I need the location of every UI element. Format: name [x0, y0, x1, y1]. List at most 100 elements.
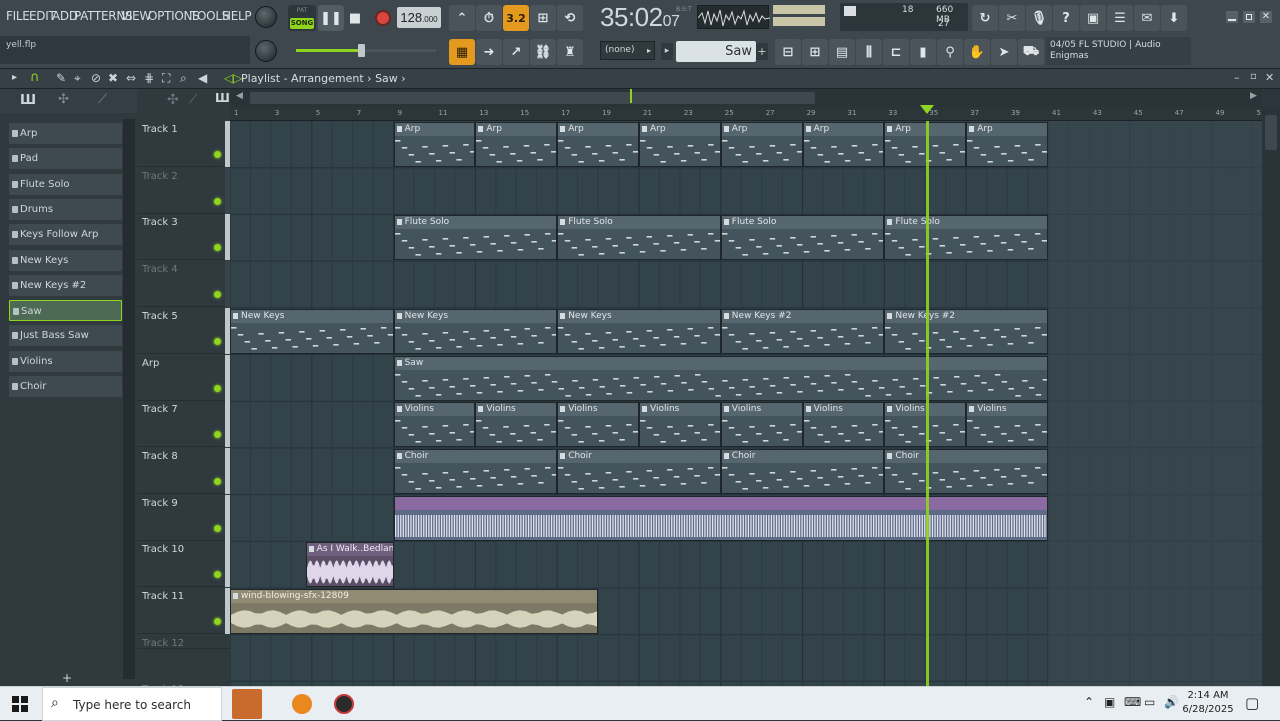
track-header[interactable]: Track 12: [137, 635, 230, 649]
restore-button[interactable]: [1243, 11, 1255, 23]
track-mode-icon[interactable]: Ш: [215, 91, 230, 105]
playlist-clip[interactable]: Arp: [475, 122, 558, 167]
track-mute-led[interactable]: [214, 524, 221, 532]
playlist-clip[interactable]: New Keys #2: [720, 308, 885, 354]
track-mute-led[interactable]: [214, 431, 221, 439]
track-header[interactable]: Track 9: [137, 494, 231, 541]
chat-button[interactable]: ✉: [1134, 5, 1160, 31]
loop-record-button[interactable]: ⟲: [557, 5, 583, 31]
pattern-item[interactable]: Pad: [9, 148, 122, 170]
playback-icon[interactable]: ◀: [198, 71, 207, 85]
playlist-clip[interactable]: Violins: [557, 402, 639, 448]
playlist-clip[interactable]: Flute Solo: [393, 215, 558, 261]
volume-slider-track[interactable]: [296, 44, 436, 57]
playlist-clip[interactable]: Choir: [557, 448, 721, 494]
arrangement-icon[interactable]: ◁▷: [224, 71, 242, 85]
pattern-picker-icon[interactable]: Ш: [20, 93, 36, 108]
project-info-button[interactable]: ▮: [910, 39, 936, 65]
automation-picker-icon[interactable]: ⟋: [98, 92, 107, 107]
pattern-item[interactable]: Drums: [9, 198, 122, 220]
pencil-icon[interactable]: ✎: [56, 71, 66, 85]
pattern-item[interactable]: Keys Follow Arp: [9, 224, 122, 246]
taskbar-fl-studio-icon[interactable]: [292, 694, 312, 714]
playlist-clip[interactable]: New Keys: [557, 308, 721, 354]
vertical-scroll-thumb[interactable]: [1265, 115, 1277, 150]
browser-button[interactable]: ⊏: [883, 39, 909, 65]
pat-song-toggle[interactable]: PAT SONG: [288, 5, 316, 31]
piano-roll-button[interactable]: ⊞: [802, 39, 828, 65]
playlist-close-icon[interactable]: ✕: [1265, 71, 1274, 84]
playlist-clip[interactable]: Arp: [720, 122, 803, 167]
playlist-clip[interactable]: Flute Solo: [720, 215, 885, 261]
track-mute-led[interactable]: [214, 571, 221, 579]
track-header[interactable]: Track 3: [137, 214, 231, 261]
timeline-ruler[interactable]: 1 3 5 7 9 11 13 15 17 19 21 23 25 27 29 31 33 35 37 39 41 43 4…: [230, 105, 1265, 121]
vertical-scrollbar[interactable]: [1262, 107, 1280, 686]
track-header[interactable]: Track 1: [137, 121, 231, 167]
playlist-clip[interactable]: Violins: [966, 402, 1048, 448]
delete-icon[interactable]: ⊘: [91, 71, 101, 85]
playlist-clip[interactable]: Violins: [475, 402, 558, 448]
stamp-button[interactable]: ♜: [557, 39, 583, 65]
mute-icon[interactable]: ✖: [108, 71, 118, 85]
playlist-button[interactable]: ▤: [829, 39, 855, 65]
cut-button[interactable]: ✂: [999, 5, 1025, 31]
playlist-clip[interactable]: Violins: [720, 402, 803, 448]
add-pattern-icon[interactable]: +: [62, 671, 72, 685]
tray-app-icon[interactable]: ▣: [1104, 695, 1115, 709]
pattern-selector[interactable]: (none): [600, 41, 655, 60]
playlist-restore-icon[interactable]: ▫: [1250, 71, 1257, 82]
scroll-right-icon[interactable]: ▶: [1250, 91, 1257, 101]
countdown-button[interactable]: 3.2: [503, 5, 529, 31]
track-tool-icon[interactable]: ⟋: [189, 92, 197, 107]
pattern-item[interactable]: New Keys: [9, 249, 122, 271]
playlist-clip[interactable]: Arp: [639, 122, 721, 167]
record-button[interactable]: [370, 5, 396, 31]
track-header[interactable]: Track 2: [137, 167, 231, 214]
link-button[interactable]: ⛓: [530, 39, 556, 65]
track-header[interactable]: Track 5: [137, 307, 231, 354]
close-button[interactable]: ✕: [1260, 11, 1272, 23]
tray-expand-icon[interactable]: ⌃: [1084, 695, 1094, 709]
stop-button[interactable]: ■: [342, 5, 368, 31]
magnet-icon[interactable]: ∩: [30, 70, 40, 85]
news-panel[interactable]: 04/05 FL STUDIO | Audio Enigmas: [1046, 37, 1191, 65]
track-header[interactable]: Arp: [137, 354, 231, 401]
menu-view[interactable]: VIEW: [121, 9, 151, 23]
horizontal-scroll-thumb[interactable]: [250, 92, 815, 104]
playlist-clip[interactable]: New Keys #2: [884, 308, 1048, 354]
playlist-clip[interactable]: Violins: [393, 402, 476, 448]
playlist-clip[interactable]: Flute Solo: [557, 215, 721, 261]
start-button[interactable]: [12, 696, 28, 712]
volume-slider-handle[interactable]: [358, 44, 365, 57]
taskbar-app-browser-icon[interactable]: [232, 689, 262, 719]
playlist-menu-arrow-icon[interactable]: ▸: [12, 72, 17, 83]
track-mute-led[interactable]: [214, 477, 221, 485]
track-mute-led[interactable]: [214, 384, 221, 392]
pause-button[interactable]: ❚❚: [318, 5, 344, 31]
playlist-clip[interactable]: Choir: [393, 448, 558, 494]
taskbar-clock[interactable]: 2:14 AM 6/28/2025: [1178, 689, 1238, 717]
mixer-button[interactable]: ⫼: [856, 39, 882, 65]
instrument-prev-button[interactable]: ▸: [661, 43, 673, 60]
plugin-picker-button[interactable]: ⚲: [937, 39, 963, 65]
pattern-item[interactable]: Saw: [9, 300, 122, 322]
mic-button[interactable]: 🎙: [1026, 5, 1052, 31]
notifications-icon[interactable]: ▢: [1245, 694, 1259, 712]
pattern-item[interactable]: Flute Solo: [9, 173, 122, 195]
pattern-item[interactable]: Choir: [9, 376, 122, 397]
touch-keyboard-button[interactable]: ✋: [964, 39, 990, 65]
mixer-layout-button[interactable]: ☰: [1107, 5, 1133, 31]
audio-picker-icon[interactable]: ✣: [58, 92, 69, 107]
snap-icon[interactable]: ✣: [167, 92, 179, 108]
playlist-clip[interactable]: New Keys: [230, 308, 394, 354]
slide-tool-button[interactable]: ↗: [503, 39, 529, 65]
playlist-clip[interactable]: Violins: [639, 402, 721, 448]
network-icon[interactable]: ⌨: [1124, 695, 1141, 709]
taskbar-obs-icon[interactable]: [334, 694, 354, 714]
download-button[interactable]: ⬇: [1161, 5, 1187, 31]
track-mute-led[interactable]: [214, 151, 221, 158]
select-icon[interactable]: ⛶: [162, 71, 170, 86]
playlist-clip[interactable]: Flute Solo: [884, 215, 1048, 261]
song-position-display[interactable]: 35:0207: [600, 2, 680, 33]
